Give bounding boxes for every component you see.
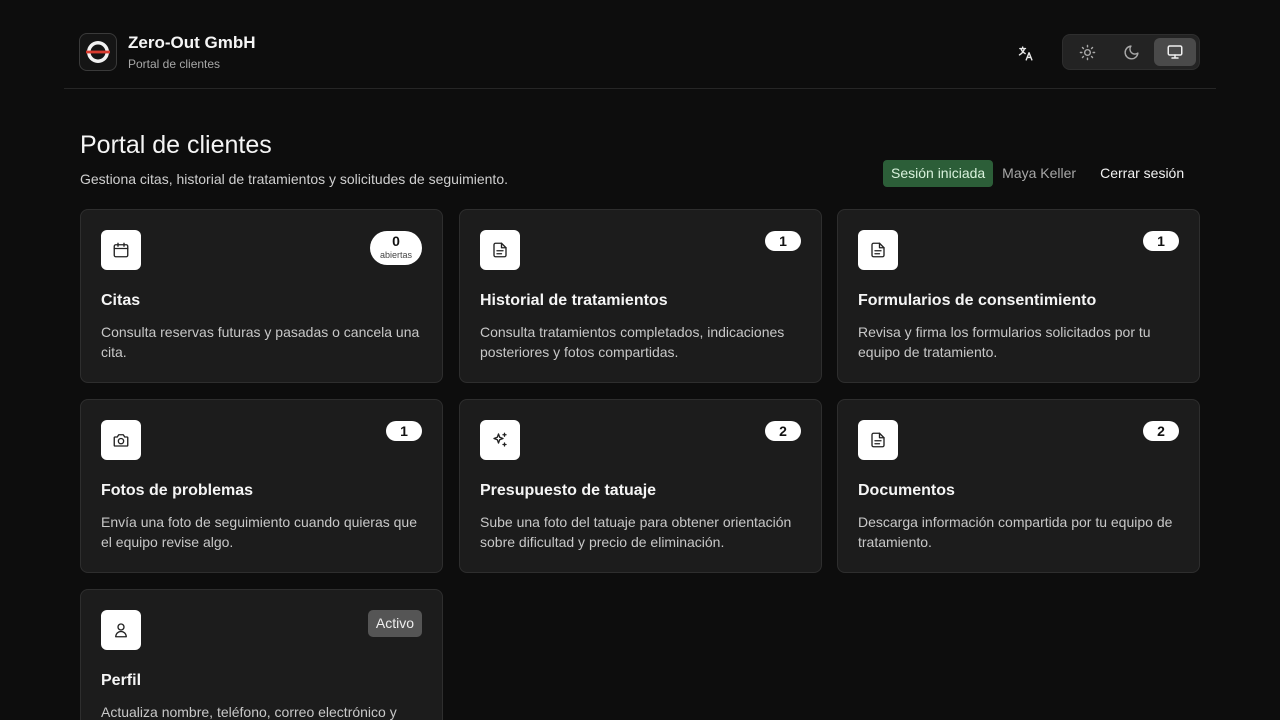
moon-icon	[1124, 44, 1139, 59]
count-badge: 2	[765, 421, 801, 441]
card-title: Historial de tratamientos	[480, 292, 668, 309]
card-citas[interactable]: 0 abiertas Citas Consulta reservas futur…	[80, 209, 443, 383]
calendar-icon	[101, 230, 141, 270]
document-icon	[480, 230, 520, 270]
brand-logo	[79, 33, 117, 71]
card-documentos[interactable]: 2 Documentos Descarga información compar…	[837, 399, 1200, 573]
card-description: Consulta tratamientos completados, indic…	[480, 324, 785, 360]
sun-icon	[1079, 44, 1095, 60]
session-bar: Sesión iniciada Maya Keller Cerrar sesió…	[883, 159, 1184, 187]
count-badge: 1	[765, 231, 801, 251]
status-badge: Activo	[367, 610, 422, 637]
card-title: Presupuesto de tatuaje	[480, 482, 657, 499]
brand-subtitle: Portal de clientes	[128, 57, 221, 71]
brand[interactable]: Zero-Out GmbH Portal de clientes	[79, 32, 256, 72]
card-title: Citas	[101, 292, 141, 309]
card-perfil[interactable]: Activo Perfil Actualiza nombre, teléfono…	[80, 589, 443, 720]
card-description: Consulta reservas futuras y pasadas o ca…	[101, 324, 420, 360]
card-presupuesto-tatuaje[interactable]: 2 Presupuesto de tatuaje Sube una foto d…	[459, 399, 822, 573]
monitor-icon	[1167, 45, 1183, 59]
card-historial-tratamientos[interactable]: 1 Historial de tratamientos Consulta tra…	[459, 209, 822, 383]
card-fotos-problemas[interactable]: 1 Fotos de problemas Envía una foto de s…	[80, 399, 443, 573]
theme-system-button[interactable]	[1154, 38, 1196, 66]
card-title: Documentos	[858, 482, 955, 499]
translate-icon[interactable]	[1010, 38, 1040, 68]
count-badge: 1	[386, 421, 422, 441]
card-title: Formularios de consentimiento	[858, 292, 1097, 309]
card-formularios-consentimiento[interactable]: 1 Formularios de consentimiento Revisa y…	[837, 209, 1200, 383]
session-user-name: Maya Keller	[1002, 165, 1077, 181]
count-badge: 2	[1143, 421, 1179, 441]
session-status-badge: Sesión iniciada	[883, 159, 994, 187]
document-icon	[858, 230, 898, 270]
theme-light-button[interactable]	[1066, 38, 1108, 66]
document-icon	[858, 420, 898, 460]
brand-name: Zero-Out GmbH	[128, 33, 256, 52]
theme-dark-button[interactable]	[1110, 38, 1152, 66]
card-title: Fotos de problemas	[101, 482, 254, 499]
card-description: Revisa y firma los formularios solicitad…	[858, 324, 1151, 360]
app-header: Zero-Out GmbH Portal de clientes	[64, 0, 1216, 89]
card-description: Envía una foto de seguimiento cuando qui…	[101, 514, 418, 550]
sparkles-icon	[480, 420, 520, 460]
card-description: Sube una foto del tatuaje para obtener o…	[480, 514, 792, 550]
theme-switcher	[1062, 34, 1200, 70]
card-description: Descarga información compartida por tu e…	[858, 514, 1173, 550]
user-icon	[101, 610, 141, 650]
count-badge: 1	[1143, 231, 1179, 251]
card-title: Perfil	[101, 672, 142, 689]
card-description: Actualiza nombre, teléfono, correo elect…	[101, 704, 397, 720]
logout-button[interactable]: Cerrar sesión	[1100, 165, 1184, 181]
page-subtitle: Gestiona citas, historial de tratamiento…	[80, 171, 508, 187]
camera-icon	[101, 420, 141, 460]
page-title: Portal de clientes	[80, 131, 272, 159]
count-badge: 0 abiertas	[369, 231, 422, 265]
